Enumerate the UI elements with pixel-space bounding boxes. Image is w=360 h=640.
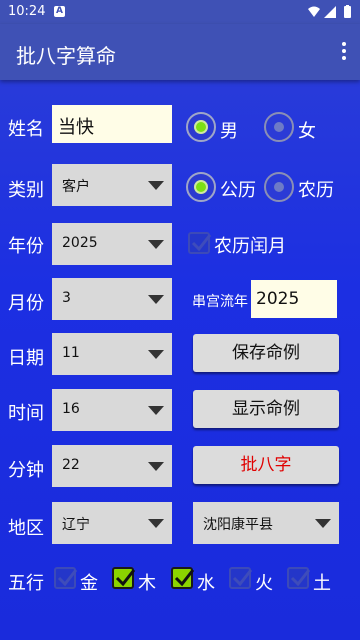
overflow-menu-icon[interactable] <box>340 42 348 62</box>
hour-value: 16 <box>62 401 80 417</box>
flow-year-value: 2025 <box>256 289 300 309</box>
five-elements-label: 五行 <box>8 573 44 594</box>
province-value: 辽宁 <box>62 517 90 533</box>
chevron-down-icon <box>315 519 331 528</box>
chevron-down-icon <box>148 406 164 415</box>
name-label: 姓名 <box>8 119 44 140</box>
category-label: 类别 <box>8 180 44 201</box>
element-metal-checkbox[interactable] <box>54 567 78 589</box>
element-earth-label: 土 <box>313 573 331 594</box>
wifi-icon <box>308 6 320 17</box>
chevron-down-icon <box>148 519 164 528</box>
category-value: 客户 <box>62 179 90 195</box>
gender-male-radio[interactable] <box>186 112 216 142</box>
chevron-down-icon <box>148 350 164 359</box>
save-case-button[interactable]: 保存命例 <box>193 334 339 372</box>
notification-icon: A <box>54 6 65 17</box>
app-title: 批八字算命 <box>16 44 116 68</box>
signal-icon <box>324 6 336 18</box>
status-bar: 10:24 A <box>0 0 360 24</box>
day-label: 日期 <box>8 348 44 369</box>
city-value: 沈阳康平县 <box>203 517 273 533</box>
calendar-lunar-radio[interactable] <box>264 172 294 202</box>
chevron-down-icon <box>148 240 164 249</box>
name-input[interactable]: 当快 <box>52 105 172 143</box>
flow-year-input[interactable]: 2025 <box>251 280 337 318</box>
city-dropdown[interactable]: 沈阳康平县 <box>193 502 339 544</box>
month-dropdown[interactable]: 3 <box>52 278 172 320</box>
year-value: 2025 <box>62 235 98 251</box>
minute-dropdown[interactable]: 22 <box>52 445 172 487</box>
hour-label: 时间 <box>8 403 44 424</box>
hour-dropdown[interactable]: 16 <box>52 389 172 431</box>
chevron-down-icon <box>148 295 164 304</box>
chevron-down-icon <box>148 462 164 471</box>
chevron-down-icon <box>148 181 164 190</box>
day-value: 11 <box>62 345 80 361</box>
battery-icon <box>344 6 351 18</box>
leap-month-label: 农历闰月 <box>214 236 286 257</box>
region-label: 地区 <box>8 518 44 539</box>
element-water-label: 水 <box>197 573 215 594</box>
calendar-solar-radio[interactable] <box>186 172 216 202</box>
element-wood-checkbox[interactable] <box>112 567 136 589</box>
app-bar: 批八字算命 <box>0 24 360 80</box>
compute-bazi-button[interactable]: 批八字 <box>193 446 339 484</box>
flow-year-label: 串宫流年 <box>192 294 248 310</box>
element-earth-checkbox[interactable] <box>287 567 311 589</box>
leap-month-checkbox[interactable] <box>188 232 212 254</box>
calendar-solar-label: 公历 <box>220 180 256 201</box>
element-metal-label: 金 <box>80 573 98 594</box>
month-label: 月份 <box>8 293 44 314</box>
status-icons <box>308 5 351 18</box>
status-time: 10:24 <box>8 4 46 19</box>
minute-label: 分钟 <box>8 460 44 481</box>
element-water-checkbox[interactable] <box>171 567 195 589</box>
element-wood-label: 木 <box>138 573 156 594</box>
year-label: 年份 <box>8 236 44 257</box>
calendar-lunar-label: 农历 <box>298 180 334 201</box>
gender-female-radio[interactable] <box>264 112 294 142</box>
minute-value: 22 <box>62 457 80 473</box>
day-dropdown[interactable]: 11 <box>52 333 172 375</box>
name-input-value: 当快 <box>58 117 94 138</box>
element-fire-checkbox[interactable] <box>229 567 253 589</box>
month-value: 3 <box>62 290 71 306</box>
gender-female-label: 女 <box>298 121 316 142</box>
province-dropdown[interactable]: 辽宁 <box>52 502 172 544</box>
screen: 10:24 A 批八字算命 姓名 当快 男 女 类别 客户 公历 农历 年份 2… <box>0 0 360 640</box>
category-dropdown[interactable]: 客户 <box>52 164 172 206</box>
show-case-button[interactable]: 显示命例 <box>193 390 339 428</box>
element-fire-label: 火 <box>255 573 273 594</box>
year-dropdown[interactable]: 2025 <box>52 223 172 265</box>
gender-male-label: 男 <box>220 121 238 142</box>
